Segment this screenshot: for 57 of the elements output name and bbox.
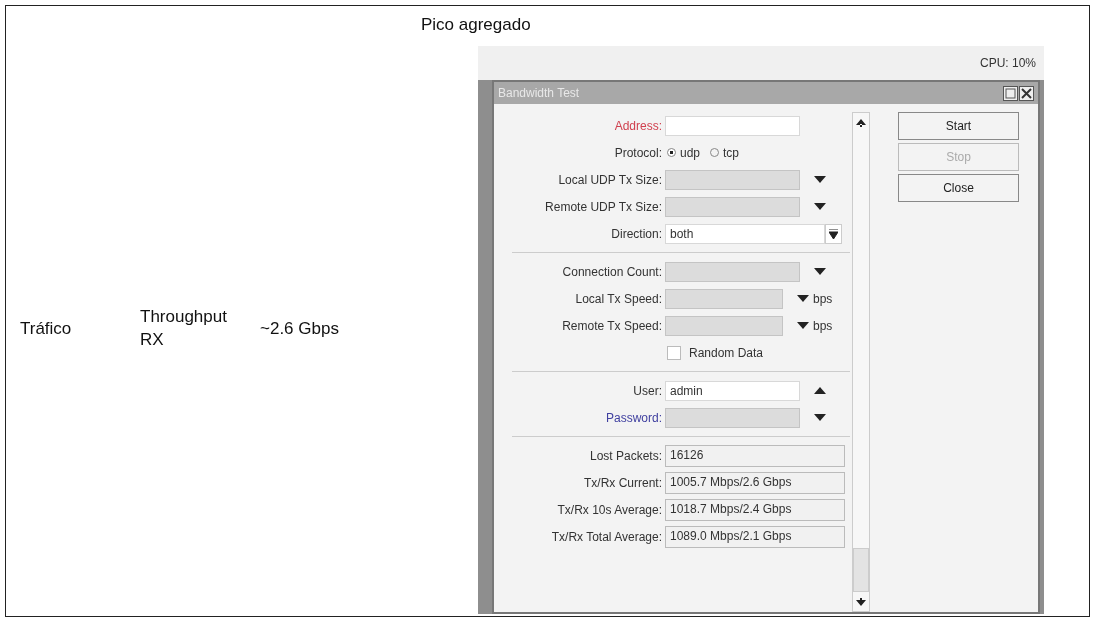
radio-button[interactable] [667, 148, 676, 157]
dropdown-arrow-icon[interactable] [814, 203, 826, 210]
input-field[interactable] [665, 169, 800, 190]
scrollbar-thumb[interactable] [853, 548, 869, 592]
field-label: User: [632, 383, 663, 398]
metric-value: ~2.6 Gbps [259, 319, 340, 339]
input-field[interactable] [665, 261, 800, 282]
category-label: Tráfico [19, 319, 73, 339]
dropdown-arrow-icon [829, 228, 838, 239]
input-field[interactable]: admin [665, 380, 800, 401]
field-label: Tx/Rx Current: [583, 475, 663, 490]
field-label: Local Tx Speed: [574, 291, 663, 306]
scrollbar[interactable] [852, 112, 870, 612]
input-field[interactable] [665, 196, 800, 217]
radio-label: udp [680, 145, 701, 160]
dropdown-arrow-icon[interactable] [797, 322, 809, 329]
cpu-usage: CPU: 10% [979, 56, 1036, 70]
dialog-button[interactable]: Start [898, 112, 1019, 140]
field-label: Lost Packets: [588, 448, 663, 463]
metric-label: Throughput RX [139, 306, 228, 351]
dropdown-button[interactable] [825, 223, 842, 244]
collapse-arrow-icon[interactable] [814, 387, 826, 394]
column-header: Pico agregado [421, 15, 531, 34]
dropdown-arrow-icon[interactable] [797, 295, 809, 302]
dropdown-arrow-icon[interactable] [814, 268, 826, 275]
radio-label: tcp [723, 145, 740, 160]
field-label: Direction: [610, 226, 663, 241]
dialog-button[interactable]: Close [898, 174, 1019, 202]
readout-field: 1005.7 Mbps/2.6 Gbps [665, 471, 845, 494]
scroll-up-icon[interactable] [856, 119, 866, 127]
checkbox[interactable] [667, 345, 681, 360]
input-field[interactable] [665, 115, 800, 136]
window-title: Bandwidth Test [498, 86, 580, 100]
field-label: Tx/Rx 10s Average: [556, 502, 663, 517]
readout-field: 1018.7 Mbps/2.4 Gbps [665, 498, 845, 521]
checkbox-label: Random Data [689, 345, 764, 360]
unit-label: bps [813, 318, 833, 333]
field-label: Password: [604, 410, 663, 425]
field-label: Remote UDP Tx Size: [544, 199, 663, 214]
dropdown-field[interactable]: both [665, 223, 825, 244]
field-label: Protocol: [613, 145, 663, 160]
field-label: Tx/Rx Total Average: [550, 529, 663, 544]
close-icon[interactable] [1019, 85, 1034, 101]
unit-label: bps [813, 291, 833, 306]
scroll-down-icon[interactable] [856, 598, 866, 606]
input-field[interactable] [665, 288, 783, 309]
field-label: Remote Tx Speed: [561, 318, 663, 333]
field-label: Connection Count: [561, 264, 663, 279]
input-field[interactable] [665, 315, 783, 336]
readout-field: 1089.0 Mbps/2.1 Gbps [665, 525, 845, 548]
dropdown-arrow-icon[interactable] [814, 414, 826, 421]
readout-field: 16126 [665, 444, 845, 467]
field-label: Address: [613, 118, 663, 133]
field-label: Local UDP Tx Size: [557, 172, 663, 187]
input-field[interactable] [665, 407, 800, 428]
dropdown-arrow-icon[interactable] [814, 176, 826, 183]
maximize-icon[interactable] [1003, 85, 1018, 101]
